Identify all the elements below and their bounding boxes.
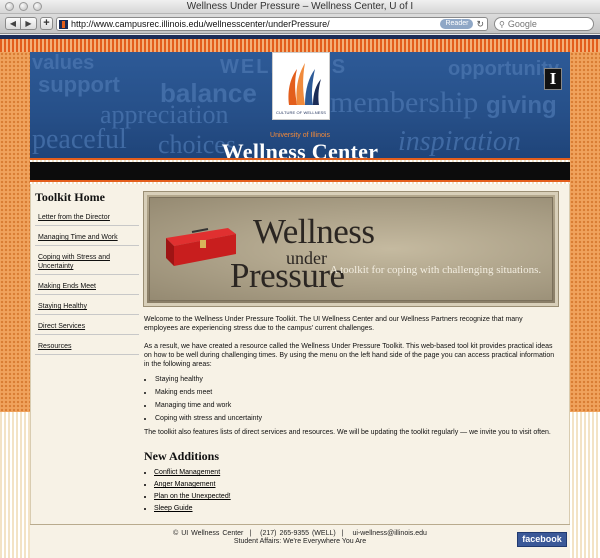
list-item: Managing time and work: [154, 401, 568, 410]
minimize-window-button[interactable]: [19, 2, 28, 11]
right-pattern-strip: [570, 52, 600, 412]
link-conflict-management[interactable]: Conflict Management: [154, 468, 568, 477]
background-word: membership: [330, 86, 479, 119]
footer-tagline: Student Affairs: We're Everywhere You Ar…: [233, 538, 367, 545]
url-text[interactable]: http://www.campusrec.illinois.edu/wellne…: [71, 19, 440, 29]
link-sleep-guide[interactable]: Sleep Guide: [154, 504, 568, 513]
updates-paragraph: The toolkit also features lists of direc…: [144, 429, 551, 436]
toolkit-home-link[interactable]: Toolkit Home: [35, 190, 139, 205]
nav-making-ends-meet[interactable]: Making Ends Meet: [35, 280, 139, 295]
window-controls: [5, 2, 42, 11]
browser-toolbar: ◀ ▶ + http://www.campusrec.illinois.edu/…: [0, 14, 600, 34]
nav-managing-time-and-work[interactable]: Managing Time and Work: [35, 231, 139, 246]
hero-banner: Wellness under Pressure A toolkit for co…: [143, 191, 559, 307]
window-title: Wellness Under Pressure – Wellness Cente…: [186, 1, 414, 12]
nav-staying-healthy[interactable]: Staying Healthy: [35, 300, 139, 315]
hero-title-wellness: Wellness: [253, 212, 375, 251]
window-titlebar: Wellness Under Pressure – Wellness Cente…: [0, 0, 600, 14]
plus-icon: +: [43, 17, 50, 29]
search-input[interactable]: [507, 19, 586, 29]
back-arrow-icon: ◀: [9, 19, 17, 28]
search-icon: ⚲: [499, 19, 505, 29]
list-item: Coping with stress and uncertainty: [154, 414, 568, 423]
header-black-bar: [30, 162, 570, 182]
back-button[interactable]: ◀: [5, 17, 21, 30]
top-orange-strip: [0, 39, 600, 52]
background-word: opportunity: [448, 58, 560, 80]
add-bookmark-button[interactable]: +: [40, 17, 53, 30]
background-word: giving: [486, 92, 557, 119]
facebook-button[interactable]: facebook: [517, 532, 567, 547]
footer-email-link[interactable]: ui-wellness@illinois.edu: [346, 530, 432, 537]
toolkit-description-paragraph: As a result, we have created a resource …: [144, 343, 555, 368]
forward-arrow-icon: ▶: [25, 19, 32, 28]
wellness-flame-icon: [288, 63, 321, 105]
nav-resources[interactable]: Resources: [35, 340, 139, 355]
red-toolbox-icon: [166, 228, 236, 266]
site-favicon-icon: [59, 19, 68, 29]
link-anger-management[interactable]: Anger Management: [154, 480, 568, 489]
left-pattern-strip: [0, 52, 30, 412]
nav-direct-services[interactable]: Direct Services: [35, 320, 139, 335]
nav-letter-from-director[interactable]: Letter from the Director: [35, 211, 139, 226]
address-bar[interactable]: http://www.campusrec.illinois.edu/wellne…: [56, 17, 488, 31]
hero-panel: Wellness under Pressure A toolkit for co…: [149, 197, 553, 301]
list-item: Staying healthy: [154, 375, 568, 384]
culture-of-wellness-logo[interactable]: CULTURE OF WELLNESS: [272, 52, 330, 120]
web-page: values support balance WELLNESS opportun…: [0, 35, 600, 558]
content-area: Toolkit Home Letter from the Director Ma…: [30, 184, 570, 524]
background-word: support: [38, 72, 120, 97]
list-item: Making ends meet: [154, 388, 568, 397]
toolkit-sidebar: Toolkit Home Letter from the Director Ma…: [31, 184, 139, 360]
footer-phone: (217) 265-9355 (WELL): [260, 530, 336, 537]
footer-contact-line: © UI Wellness Center | (217) 265-9355 (WE…: [30, 530, 570, 537]
site-footer: © UI Wellness Center | (217) 265-9355 (WE…: [30, 524, 570, 558]
footer-copyright: © UI Wellness Center: [173, 530, 244, 537]
university-name: University of Illinois: [270, 132, 330, 139]
reader-button[interactable]: Reader: [440, 19, 474, 29]
hero-title-pressure: Pressure: [230, 256, 345, 295]
toolkit-nav: Letter from the Director Managing Time a…: [35, 211, 139, 355]
illinois-i-logo-icon[interactable]: I: [544, 68, 562, 90]
intro-paragraph: Welcome to the Wellness Under Pressure T…: [144, 316, 523, 332]
logo-caption: CULTURE OF WELLNESS: [275, 110, 327, 115]
nav-buttons: ◀ ▶: [5, 17, 37, 30]
areas-list: Staying healthy Making ends meet Managin…: [154, 375, 568, 423]
hero-tagline: A toolkit for coping with challenging si…: [330, 264, 542, 276]
new-additions-heading: New Additions: [144, 449, 220, 463]
search-field[interactable]: ⚲: [494, 17, 594, 31]
nav-coping-with-stress[interactable]: Coping with Stress and Uncertainty: [35, 251, 139, 275]
reload-icon[interactable]: ↻: [476, 19, 484, 30]
close-window-button[interactable]: [5, 2, 14, 11]
forward-button[interactable]: ▶: [21, 17, 37, 30]
main-content: Wellness under Pressure A toolkit for co…: [143, 184, 568, 516]
site-title[interactable]: Wellness Center: [30, 139, 570, 158]
intro-text: Welcome to the Wellness Under Pressure T…: [144, 315, 568, 437]
zoom-window-button[interactable]: [33, 2, 42, 11]
link-plan-on-the-unexpected[interactable]: Plan on the Unexpected!: [154, 492, 568, 501]
site-header-banner: values support balance WELLNESS opportun…: [30, 52, 570, 160]
new-additions-list: Conflict Management Anger Management Pla…: [154, 468, 568, 513]
